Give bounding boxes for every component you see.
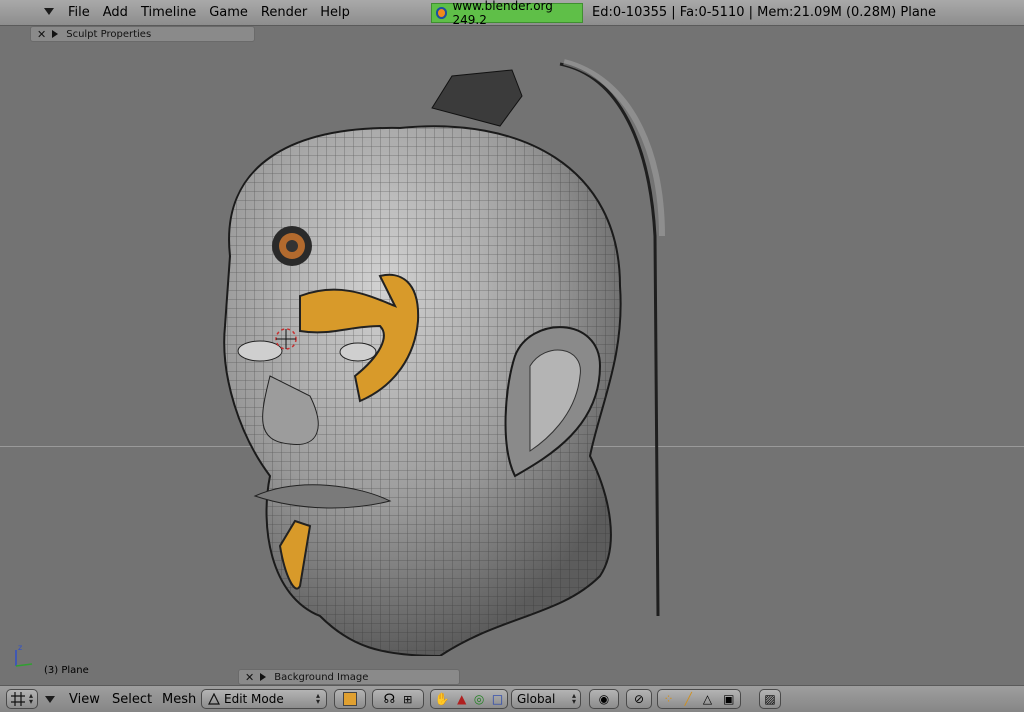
translate-icon[interactable]: ▲	[457, 692, 466, 706]
scene-stats: Ed:0-10355 | Fa:0-5110 | Mem:21.09M (0.2…	[592, 5, 937, 20]
sculpt-panel-title: Sculpt Properties	[66, 28, 152, 40]
menu-view[interactable]: View	[69, 692, 100, 707]
selector-arrows-icon: ▴ ▾	[28, 691, 33, 706]
menu-mesh[interactable]: Mesh	[162, 692, 196, 707]
proportional-icon: ◉	[598, 692, 610, 706]
expand-triangle-icon[interactable]	[52, 30, 59, 38]
pivot-button[interactable]	[334, 689, 366, 709]
menu-render[interactable]: Render	[261, 5, 307, 20]
mode-select-value: Edit Mode	[224, 692, 284, 706]
blender-logo-icon	[436, 7, 448, 19]
menu-add[interactable]: Add	[103, 5, 128, 20]
pivot-icon	[343, 692, 357, 706]
background-image-panel[interactable]: ✕ Background Image	[238, 669, 460, 685]
snap-button[interactable]: ☊ ⊞	[372, 689, 424, 709]
main-menu: File Add Timeline Game Render Help	[68, 5, 363, 20]
close-icon[interactable]: ✕	[245, 671, 254, 684]
sculpt-properties-panel[interactable]: ✕ Sculpt Properties	[30, 26, 255, 42]
scale-icon[interactable]: □	[492, 692, 503, 706]
hand-icon[interactable]: ✋	[435, 692, 450, 706]
menu-select[interactable]: Select	[112, 692, 152, 707]
menu-collapse-icon[interactable]	[44, 8, 54, 15]
selector-arrows-icon: ▴ ▾	[571, 691, 576, 706]
snap-grid-icon: ⊞	[403, 692, 413, 706]
face-select-icon[interactable]: △	[703, 692, 712, 706]
manipulator-group[interactable]: ✋ ▲ ◎ □	[430, 689, 508, 709]
menu-collapse-icon[interactable]	[45, 696, 55, 703]
vertex-select-icon[interactable]: ⁘	[664, 692, 674, 706]
edit-mode-icon	[208, 693, 220, 705]
magnet-icon: ☊	[383, 691, 396, 707]
selector-arrows-icon: ▴ ▾	[315, 691, 320, 706]
occlude-button[interactable]: ⊘	[626, 689, 652, 709]
editor-type-button[interactable]: ▴ ▾	[6, 689, 38, 709]
menu-timeline[interactable]: Timeline	[141, 5, 196, 20]
menu-file[interactable]: File	[68, 5, 90, 20]
proportional-edit-button[interactable]: ◉	[589, 689, 619, 709]
active-object-label: (3) Plane	[44, 665, 89, 676]
edge-select-icon[interactable]: ╱	[685, 692, 692, 706]
render-preview-button[interactable]: ▨	[759, 689, 781, 709]
axis-z-label: z	[18, 643, 22, 652]
axis-gizmo-icon: z	[15, 643, 33, 667]
close-icon[interactable]: ✕	[37, 28, 46, 41]
orientation-select-value: Global	[517, 692, 556, 706]
occlude-icon: ⊘	[633, 692, 645, 706]
orientation-select[interactable]: Global ▴ ▾	[511, 689, 581, 709]
select-mode-group[interactable]: ⁘ ╱ △ ▣	[657, 689, 741, 709]
image-icon: ▨	[764, 692, 776, 706]
3d-view-header: ▴ ▾ View Select Mesh Edit Mode ▴ ▾ ☊ ⊞ ✋ ▲…	[0, 685, 1024, 712]
background-panel-title: Background Image	[274, 671, 369, 683]
menu-game[interactable]: Game	[209, 5, 248, 20]
version-badge[interactable]: www.blender.org 249.2	[431, 0, 583, 27]
3d-viewport[interactable]: ✕ Sculpt Properties z (3) Plane ✕ Backgr…	[0, 26, 1024, 685]
menu-help[interactable]: Help	[320, 5, 350, 20]
head-mesh[interactable]	[200, 56, 680, 656]
expand-triangle-icon[interactable]	[260, 673, 267, 681]
mode-select[interactable]: Edit Mode ▴ ▾	[201, 689, 327, 709]
grid-icon	[10, 692, 25, 706]
top-menu-bar: File Add Timeline Game Render Help www.b…	[0, 0, 1024, 27]
cube-icon[interactable]: ▣	[723, 692, 734, 706]
version-text: www.blender.org 249.2	[452, 0, 553, 27]
rotate-icon[interactable]: ◎	[474, 692, 484, 706]
